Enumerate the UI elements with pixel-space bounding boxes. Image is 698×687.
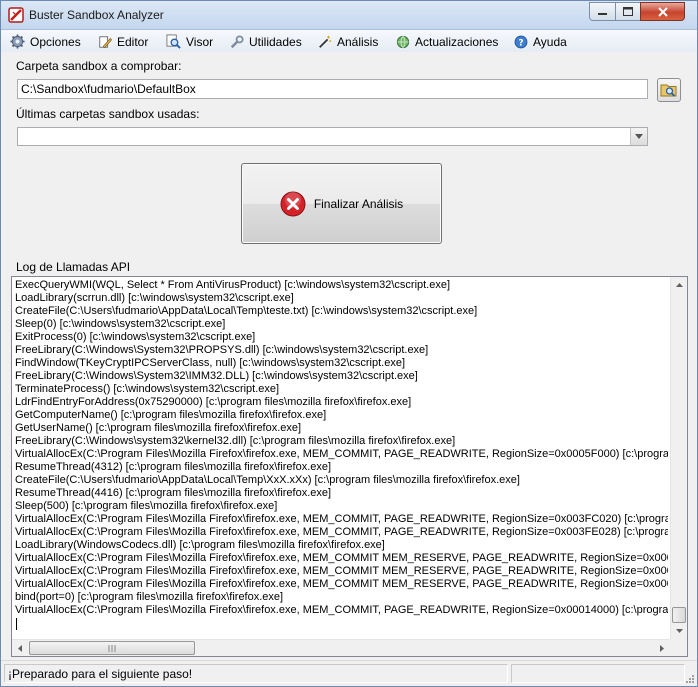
api-log-lines: ExecQueryWMI(WQL, Select * From AntiViru… — [15, 279, 668, 639]
menu-actualizaciones[interactable]: Actualizaciones — [396, 33, 498, 50]
stop-icon — [280, 191, 306, 216]
menu-editor[interactable]: Editor — [98, 33, 148, 50]
log-vertical-thumb[interactable] — [672, 607, 686, 623]
minimize-button[interactable] — [589, 2, 616, 21]
scroll-up-button[interactable] — [671, 277, 687, 293]
log-line: ExecQueryWMI(WQL, Select * From AntiViru… — [15, 279, 451, 291]
app-window: Buster Sandbox Analyzer Opciones Editor — [0, 0, 698, 687]
pencil-icon — [99, 35, 112, 48]
finalize-analysis-button[interactable]: Finalizar Análisis — [241, 163, 442, 244]
sandbox-path-input[interactable]: C:\Sandbox\fudmario\DefaultBox — [17, 79, 648, 99]
menu-label: Ayuda — [533, 34, 567, 49]
finalize-analysis-label: Finalizar Análisis — [313, 196, 404, 211]
menu-label: Análisis — [337, 34, 379, 49]
log-line: FindWindow(TKeyCryptIPCServerClass, null… — [15, 357, 406, 369]
status-panel-secondary — [511, 664, 685, 683]
log-line: GetUserName() [c:\program files\mozilla … — [15, 422, 302, 434]
scroll-right-button[interactable] — [654, 640, 670, 656]
magnifier-icon — [166, 34, 181, 49]
globe-icon — [396, 35, 410, 48]
log-line: LoadLibrary(WindowsCodecs.dll) [c:\progr… — [15, 539, 385, 551]
log-line: FreeLibrary(C:\Windows\System32\IMM32.DL… — [15, 370, 418, 382]
recent-folders-dropdown[interactable] — [17, 127, 648, 146]
scrollbar-corner — [670, 639, 687, 656]
log-line: LoadLibrary(scrrun.dll) [c:\windows\syst… — [15, 292, 294, 304]
api-log-label: Log de Llamadas API — [16, 260, 131, 274]
wrench-icon — [230, 34, 244, 48]
log-line: FreeLibrary(C:\Windows\system32\kernel32… — [15, 435, 456, 447]
menu-label: Editor — [117, 34, 149, 49]
sandbox-folder-label: Carpeta sandbox a comprobar: — [16, 59, 182, 73]
gear-icon — [10, 34, 25, 49]
log-line: VirtualAllocEx(C:\Program Files\Mozilla … — [15, 604, 668, 616]
log-line: VirtualAllocEx(C:\Program Files\Mozilla … — [15, 578, 668, 590]
resize-grip-icon[interactable] — [684, 673, 695, 684]
menu-label: Actualizaciones — [415, 34, 499, 49]
log-line: ExitProcess(0) [c:\windows\system32\cscr… — [15, 331, 256, 343]
chevron-right-icon — [660, 644, 664, 652]
browse-folder-button[interactable] — [657, 78, 681, 102]
log-line: bind(port=0) [c:\program files\mozilla f… — [15, 591, 284, 603]
chevron-left-icon — [18, 644, 22, 652]
dropdown-arrow-button[interactable] — [630, 128, 647, 145]
log-vertical-scrollbar[interactable] — [670, 277, 687, 639]
api-log-textarea[interactable]: ExecQueryWMI(WQL, Select * From AntiViru… — [11, 276, 688, 657]
window-title: Buster Sandbox Analyzer — [29, 8, 164, 22]
log-line: VirtualAllocEx(C:\Program Files\Mozilla … — [15, 526, 668, 538]
log-line: LdrFindEntryForAddress(0x75290000) [c:\p… — [15, 396, 412, 408]
log-line: VirtualAllocEx(C:\Program Files\Mozilla … — [15, 552, 668, 564]
log-line: TerminateProcess() [c:\windows\system32\… — [15, 383, 280, 395]
log-line: Sleep(0) [c:\windows\system32\cscript.ex… — [15, 318, 226, 330]
menu-analisis[interactable]: Análisis — [318, 33, 378, 50]
close-button[interactable] — [640, 2, 685, 21]
title-bar[interactable]: Buster Sandbox Analyzer — [1, 1, 697, 30]
log-line: Sleep(500) [c:\program files\mozilla fir… — [15, 500, 278, 512]
status-text: ¡Preparado para el siguiente paso! — [4, 664, 508, 683]
recent-folders-label: Últimas carpetas sandbox usadas: — [16, 107, 200, 121]
log-line: GetComputerName() [c:\program files\mozi… — [15, 409, 327, 421]
menu-opciones[interactable]: Opciones — [10, 33, 81, 50]
svg-text:?: ? — [518, 38, 523, 48]
menu-ayuda[interactable]: ? Ayuda — [514, 33, 567, 50]
text-caret — [16, 618, 17, 630]
menu-label: Utilidades — [249, 34, 302, 49]
menu-label: Visor — [186, 34, 214, 49]
menu-visor[interactable]: Visor — [166, 33, 213, 50]
folder-search-icon — [660, 84, 677, 97]
maximize-icon — [623, 7, 633, 16]
close-icon — [657, 6, 668, 17]
log-horizontal-thumb[interactable] — [29, 641, 195, 655]
chevron-up-icon — [675, 283, 683, 287]
status-bar: ¡Preparado para el siguiente paso! — [1, 660, 697, 686]
help-icon: ? — [514, 35, 528, 48]
menu-utilidades[interactable]: Utilidades — [230, 33, 302, 50]
wand-icon — [319, 35, 332, 48]
log-line: FreeLibrary(C:\Windows\System32\PROPSYS.… — [15, 344, 429, 356]
chevron-down-icon — [675, 629, 683, 633]
grip-icon — [108, 644, 116, 652]
maximize-button[interactable] — [615, 2, 641, 21]
log-line: VirtualAllocEx(C:\Program Files\Mozilla … — [15, 448, 668, 460]
log-horizontal-scrollbar[interactable] — [12, 639, 670, 656]
scroll-left-button[interactable] — [12, 640, 28, 656]
minimize-icon — [598, 13, 607, 15]
log-line: VirtualAllocEx(C:\Program Files\Mozilla … — [15, 513, 668, 525]
log-line: CreateFile(C:\Users\fudmario\AppData\Loc… — [15, 305, 478, 317]
scroll-down-button[interactable] — [671, 623, 687, 639]
app-logo-icon — [8, 7, 24, 23]
chevron-down-icon — [635, 134, 643, 139]
menu-label: Opciones — [30, 34, 81, 49]
log-line: ResumeThread(4312) [c:\program files\moz… — [15, 461, 332, 473]
log-line: VirtualAllocEx(C:\Program Files\Mozilla … — [15, 565, 668, 577]
log-line: ResumeThread(4416) [c:\program files\moz… — [15, 487, 332, 499]
log-line: CreateFile(C:\Users\fudmario\AppData\Loc… — [15, 474, 520, 486]
menu-bar: Opciones Editor Visor Utilidades Análisi… — [1, 30, 697, 52]
